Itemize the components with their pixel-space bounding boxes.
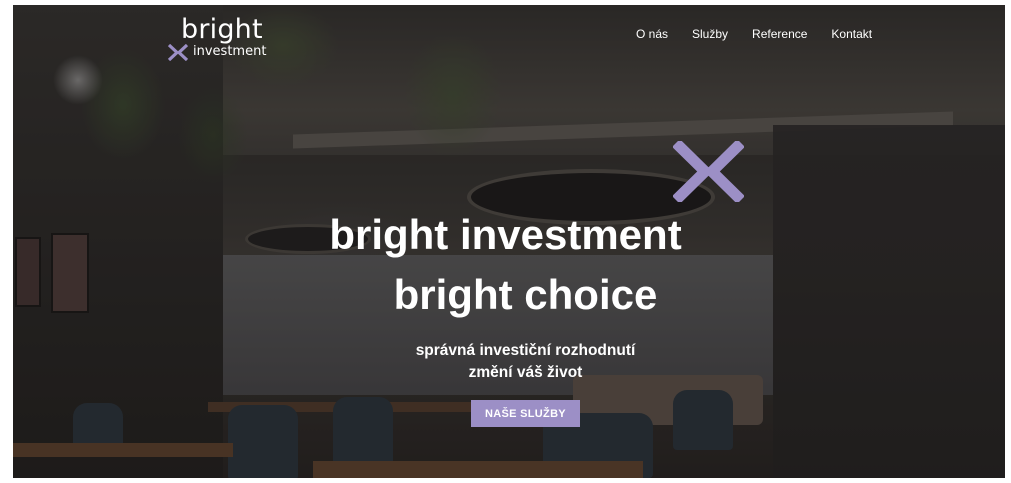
nav-item-reference[interactable]: Reference [752, 27, 807, 41]
site-logo[interactable]: bright investment [167, 14, 277, 64]
hero-tagline-line2: změní váš život [468, 364, 583, 381]
hero-tagline-line1: správná investiční rozhodnutí [415, 342, 636, 359]
services-cta-button[interactable]: NAŠE SLUŽBY [471, 400, 580, 427]
logo-wordmark: bright [181, 14, 263, 45]
x-chevrons-icon [673, 141, 744, 202]
hero-title-line2: bright choice [393, 271, 658, 318]
x-chevrons-icon [167, 44, 189, 61]
hero-title-line1: bright investment [329, 211, 682, 258]
nav-item-sluzby[interactable]: Služby [692, 27, 728, 41]
logo-subtitle: investment [193, 44, 267, 59]
nav-item-kontakt[interactable]: Kontakt [831, 27, 872, 41]
nav-item-o-nas[interactable]: O nás [636, 27, 668, 41]
main-nav: O nás Služby Reference Kontakt [636, 27, 872, 41]
